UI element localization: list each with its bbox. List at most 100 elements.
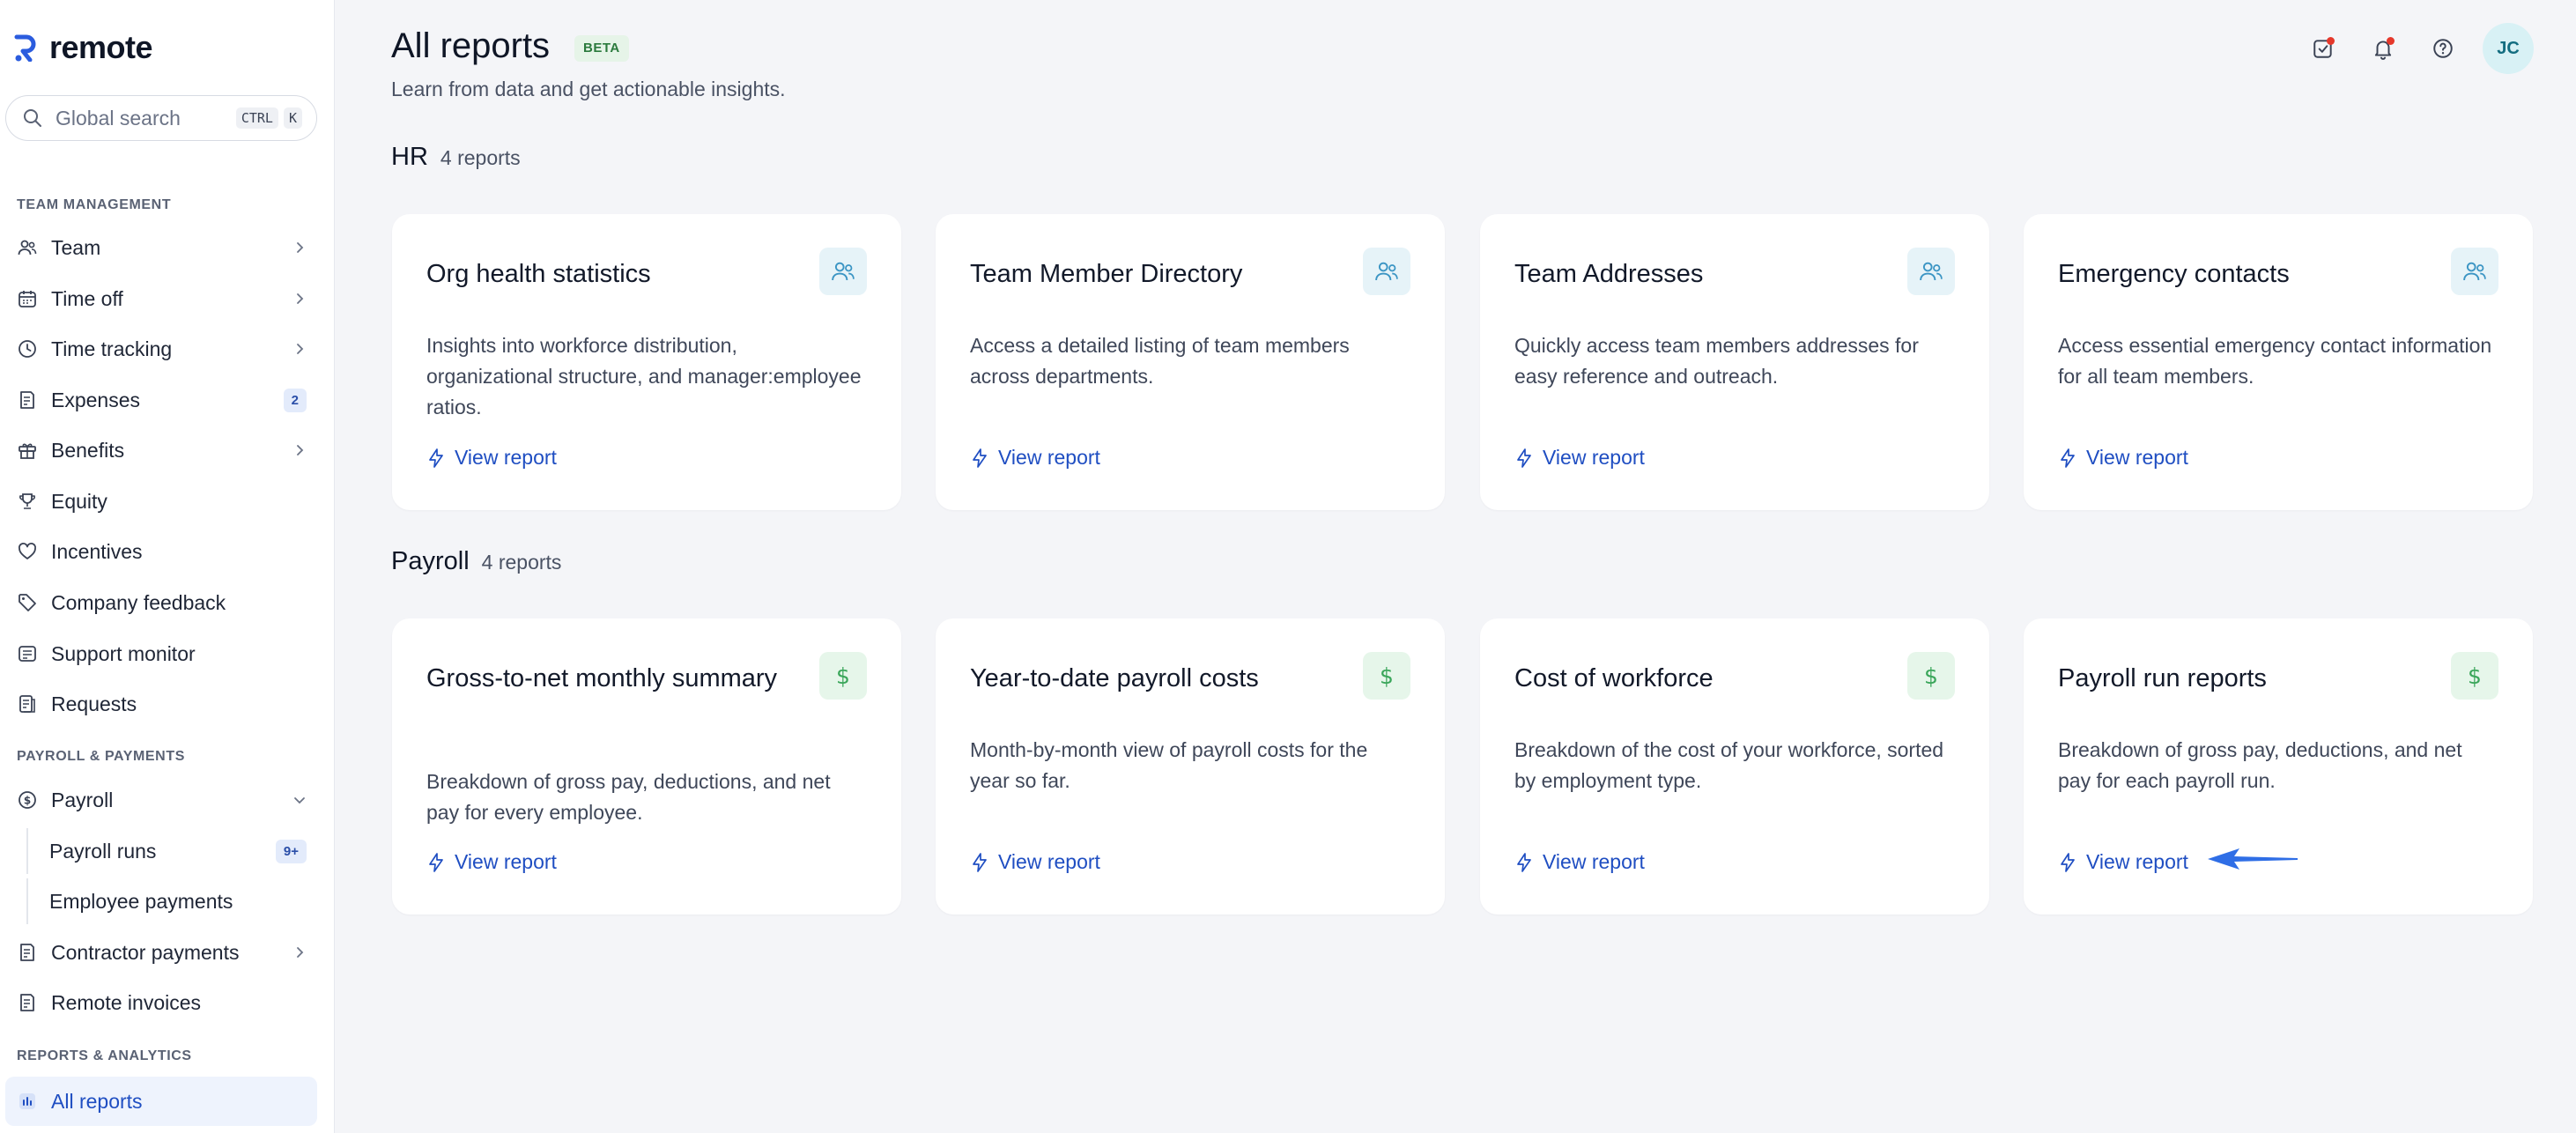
sidebar-item-company-feedback[interactable]: Company feedback bbox=[5, 580, 317, 626]
sidebar-item-label: All reports bbox=[51, 1089, 143, 1113]
tasks-button[interactable] bbox=[2303, 28, 2343, 69]
card-title: Emergency contacts bbox=[2058, 260, 2290, 288]
group-title: Payroll bbox=[391, 547, 470, 575]
notifications-unread-dot bbox=[2387, 37, 2395, 45]
lightning-icon bbox=[429, 448, 443, 468]
sidebar-item-equity[interactable]: Equity bbox=[5, 478, 317, 524]
sidebar-item-payroll-runs[interactable]: Payroll runs 9+ bbox=[26, 828, 317, 874]
sidebar-item-expenses[interactable]: Expenses 2 bbox=[5, 377, 317, 423]
report-card[interactable]: Cost of workforce $ Breakdown of the cos… bbox=[1480, 618, 1989, 915]
receipt-icon bbox=[16, 389, 39, 411]
sidebar: remote Global search CTRL K TEAM MANAGEM… bbox=[0, 0, 335, 1133]
chevron-right-icon bbox=[297, 344, 304, 354]
card-description: Breakdown of the cost of your workforce,… bbox=[1514, 738, 1944, 792]
view-report-label: View report bbox=[1543, 850, 1645, 873]
user-avatar[interactable]: JC bbox=[2483, 23, 2534, 74]
remote-logo-icon bbox=[14, 33, 37, 62]
search-placeholder: Global search bbox=[56, 106, 181, 130]
people-icon bbox=[1363, 248, 1410, 295]
shortcut-k: K bbox=[283, 107, 302, 129]
group-header-hr: HR 4 reports bbox=[391, 143, 521, 172]
dollar-icon: $ bbox=[1907, 652, 1955, 700]
payroll-runs-count-badge: 9+ bbox=[275, 839, 307, 863]
report-card[interactable]: Year-to-date payroll costs $ Month-by-mo… bbox=[936, 618, 1445, 915]
card-description: Breakdown of gross pay, deductions, and … bbox=[426, 770, 831, 824]
view-report-label: View report bbox=[2086, 446, 2188, 469]
sidebar-item-time-tracking[interactable]: Time tracking bbox=[5, 326, 317, 372]
bar-chart-icon bbox=[16, 1090, 39, 1113]
view-report-link[interactable]: View report bbox=[2058, 446, 2188, 470]
view-report-link[interactable]: View report bbox=[970, 446, 1100, 470]
sidebar-item-label: Benefits bbox=[51, 438, 125, 462]
view-report-link[interactable]: View report bbox=[1514, 850, 1645, 874]
sidebar-item-support-monitor[interactable]: Support monitor bbox=[5, 631, 317, 677]
lightning-icon bbox=[2061, 448, 2075, 468]
brand[interactable]: remote bbox=[14, 28, 153, 67]
report-card[interactable]: Org health statistics Insights into work… bbox=[392, 214, 901, 510]
trophy-icon bbox=[16, 490, 39, 513]
sidebar-item-label: Time tracking bbox=[51, 337, 173, 360]
sidebar-item-payroll[interactable]: $ Payroll bbox=[5, 777, 317, 823]
lightning-icon bbox=[2061, 852, 2075, 872]
lightning-icon bbox=[429, 852, 443, 872]
sidebar-item-team[interactable]: Team bbox=[5, 225, 317, 270]
report-card[interactable]: Gross-to-net monthly summary $ Breakdown… bbox=[392, 618, 901, 915]
sidebar-item-label: Equity bbox=[51, 489, 107, 513]
view-report-link[interactable]: View report bbox=[1514, 446, 1645, 470]
section-payroll-payments: PAYROLL & PAYMENTS bbox=[17, 749, 185, 764]
dollar-icon: $ bbox=[819, 652, 867, 700]
view-report-label: View report bbox=[2086, 850, 2188, 873]
sidebar-item-label: Requests bbox=[51, 692, 137, 715]
page-subtitle: Learn from data and get actionable insig… bbox=[391, 78, 786, 100]
sidebar-item-requests[interactable]: Requests bbox=[5, 681, 317, 727]
brand-name: remote bbox=[49, 29, 153, 65]
report-card[interactable]: Team Member Directory Access a detailed … bbox=[936, 214, 1445, 510]
sidebar-item-employee-payments[interactable]: Employee payments bbox=[26, 878, 317, 924]
people-icon bbox=[16, 236, 39, 259]
notifications-button[interactable] bbox=[2363, 28, 2403, 69]
sidebar-item-remote-invoices[interactable]: Remote invoices bbox=[5, 980, 317, 1026]
expenses-count-badge: 2 bbox=[283, 388, 307, 412]
sidebar-item-label: Payroll bbox=[51, 788, 114, 811]
group-header-payroll: Payroll 4 reports bbox=[391, 547, 561, 576]
card-description: Access essential emergency contact infor… bbox=[2058, 334, 2492, 388]
view-report-label: View report bbox=[998, 446, 1100, 469]
document-stack-icon bbox=[16, 692, 39, 715]
report-card[interactable]: Emergency contacts Access essential emer… bbox=[2024, 214, 2533, 510]
top-toolbar: JC bbox=[2303, 23, 2534, 74]
calendar-icon bbox=[16, 287, 39, 310]
card-title: Cost of workforce bbox=[1514, 664, 1714, 692]
chevron-right-icon bbox=[297, 242, 304, 253]
search-icon bbox=[24, 109, 41, 127]
card-title: Org health statistics bbox=[426, 260, 651, 288]
chevron-down-icon bbox=[294, 797, 305, 804]
sidebar-item-incentives[interactable]: Incentives bbox=[5, 529, 317, 574]
view-report-link[interactable]: View report bbox=[970, 850, 1100, 874]
view-report-link[interactable]: View report bbox=[426, 850, 557, 874]
sidebar-item-label: Incentives bbox=[51, 539, 143, 563]
dollar-icon: $ bbox=[1363, 652, 1410, 700]
view-report-label: View report bbox=[998, 850, 1100, 873]
sidebar-item-all-reports[interactable]: All reports bbox=[5, 1077, 317, 1126]
global-search-input[interactable]: Global search CTRL K bbox=[5, 95, 317, 141]
sidebar-item-time-off[interactable]: Time off bbox=[5, 276, 317, 322]
card-title: Team Member Directory bbox=[970, 260, 1243, 288]
card-title: Year-to-date payroll costs bbox=[970, 664, 1259, 692]
sidebar-item-label: Remote invoices bbox=[51, 990, 202, 1014]
help-button[interactable] bbox=[2423, 28, 2463, 69]
card-description: Access a detailed listing of team member… bbox=[970, 334, 1350, 388]
sidebar-item-label: Employee payments bbox=[49, 889, 233, 913]
view-report-label: View report bbox=[1543, 446, 1645, 469]
view-report-link[interactable]: View report bbox=[426, 446, 557, 470]
section-reports-analytics: REPORTS & ANALYTICS bbox=[17, 1048, 192, 1063]
report-card[interactable]: Team Addresses Quickly access team membe… bbox=[1480, 214, 1989, 510]
section-team-management: TEAM MANAGEMENT bbox=[17, 197, 172, 212]
lightning-icon bbox=[1517, 448, 1531, 468]
sidebar-item-benefits[interactable]: Benefits bbox=[5, 427, 317, 473]
heart-icon bbox=[16, 540, 39, 563]
sidebar-item-contractor-payments[interactable]: Contractor payments bbox=[5, 929, 317, 975]
shortcut-ctrl: CTRL bbox=[235, 107, 278, 129]
view-report-link[interactable]: View report bbox=[2058, 850, 2188, 874]
invoice-icon bbox=[16, 941, 39, 964]
monitor-list-icon bbox=[16, 642, 39, 665]
